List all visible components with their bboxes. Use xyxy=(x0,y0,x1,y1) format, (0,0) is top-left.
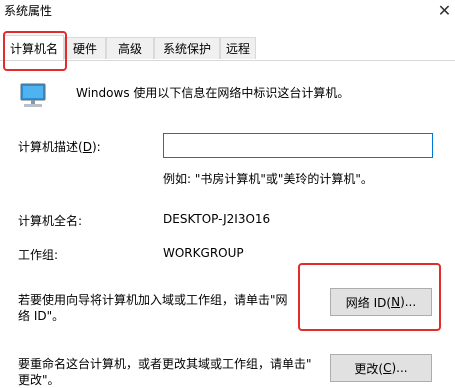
fullname-value: DESKTOP-J2I3O16 xyxy=(163,212,271,226)
rename-text-1: 要重命名这台计算机，或者更改其域或工作组，请单击" xyxy=(18,357,312,371)
computer-icon xyxy=(18,78,50,110)
rename-text-2: 更改"。 xyxy=(18,373,60,387)
workgroup-value: WORKGROUP xyxy=(163,246,244,260)
close-icon[interactable]: ✕ xyxy=(434,0,455,20)
change-button[interactable]: 更改(C)... xyxy=(330,354,432,382)
tab-hardware[interactable]: 硬件 xyxy=(64,37,106,59)
network-id-text-1: 若要使用向导将计算机加入域或工作组，请单击"网 xyxy=(18,293,288,307)
tab-advanced[interactable]: 高级 xyxy=(106,37,154,59)
network-id-text-2: 络 ID"。 xyxy=(18,309,65,323)
network-id-button[interactable]: 网络 ID(N)... xyxy=(330,288,432,316)
window-title: 系统属性 xyxy=(4,4,53,18)
intro-text: Windows 使用以下信息在网络中标识这台计算机。 xyxy=(76,86,350,100)
fullname-label: 计算机全名: xyxy=(18,214,83,228)
description-label: 计算机描述(D): xyxy=(18,140,101,154)
workgroup-label: 工作组: xyxy=(18,248,59,262)
tab-computer-name[interactable]: 计算机名 xyxy=(4,35,64,61)
computer-description-input[interactable] xyxy=(163,133,433,158)
tab-divider xyxy=(0,60,455,61)
tab-system-protection[interactable]: 系统保护 xyxy=(154,37,220,59)
description-hint: 例如: "书房计算机"或"美玲的计算机"。 xyxy=(163,172,373,186)
tab-remote[interactable]: 远程 xyxy=(220,37,256,59)
tab-bar: 计算机名 硬件 高级 系统保护 远程 xyxy=(0,35,455,61)
